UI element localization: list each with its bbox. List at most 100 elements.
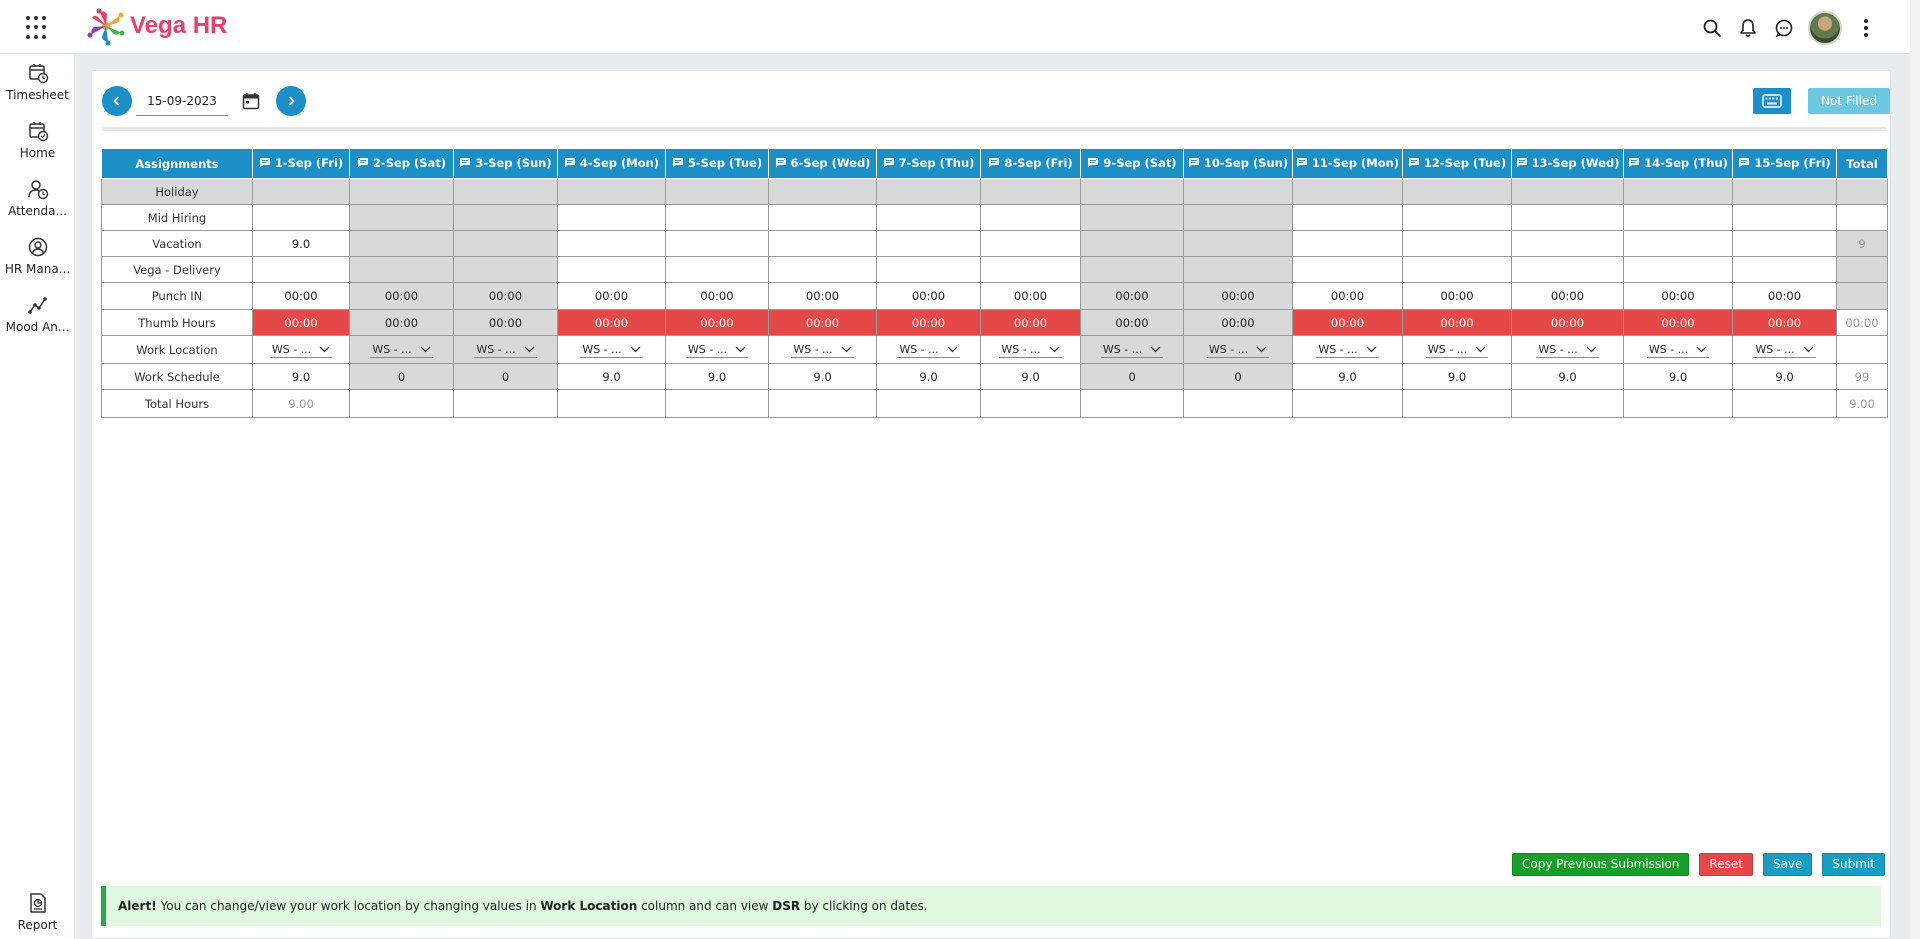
column-header-day[interactable]: 1-Sep (Fri) (252, 148, 350, 179)
sidebar-item-mood-analysis[interactable]: Mood An... (0, 294, 75, 344)
column-header-day[interactable]: 3-Sep (Sun) (453, 148, 558, 179)
table-cell[interactable] (768, 256, 877, 283)
status-badge: Not Filled (1808, 88, 1890, 114)
app-logo[interactable]: Vega HR (86, 6, 227, 46)
submit-button[interactable]: Submit (1822, 852, 1885, 876)
comment-icon (1088, 158, 1099, 168)
work-location-select[interactable]: WS - ... (370, 343, 433, 358)
table-cell[interactable] (1402, 204, 1512, 231)
work-location-select[interactable]: WS - ... (1536, 343, 1599, 358)
table-cell[interactable] (1402, 230, 1512, 257)
table-cell[interactable] (1623, 230, 1733, 257)
search-icon[interactable] (1694, 10, 1730, 46)
table-cell[interactable] (1511, 230, 1624, 257)
date-field[interactable] (136, 86, 228, 116)
work-location-select[interactable]: WS - ... (1206, 343, 1270, 358)
work-location-select[interactable]: WS - ... (1646, 343, 1710, 358)
row-label: Thumb Hours (101, 309, 253, 336)
table-cell[interactable] (1732, 230, 1837, 257)
work-location-select[interactable]: WS - ... (1753, 343, 1816, 358)
table-cell[interactable] (1402, 256, 1512, 283)
column-header-day[interactable]: 4-Sep (Mon) (557, 148, 666, 179)
column-header-day[interactable]: 10-Sep (Sun) (1183, 148, 1293, 179)
column-header-day[interactable]: 11-Sep (Mon) (1292, 148, 1403, 179)
avatar[interactable] (1808, 11, 1842, 45)
table-cell[interactable] (980, 230, 1081, 257)
table-cell[interactable] (557, 230, 666, 257)
table-cell[interactable] (1623, 256, 1733, 283)
table-cell (876, 178, 981, 205)
table-cell[interactable] (876, 204, 981, 231)
table-cell[interactable] (768, 230, 877, 257)
column-header-day[interactable]: 12-Sep (Tue) (1402, 148, 1512, 179)
column-header-day[interactable]: 9-Sep (Sat) (1080, 148, 1184, 179)
table-cell (768, 178, 877, 205)
table-cell (665, 389, 769, 418)
work-location-select[interactable]: WS - ... (1316, 343, 1379, 358)
table-cell[interactable] (1732, 256, 1837, 283)
table-cell[interactable] (665, 204, 769, 231)
column-header-day[interactable]: 7-Sep (Thu) (876, 148, 981, 179)
sidebar-item-home[interactable]: Home (0, 120, 75, 170)
chat-icon[interactable] (1766, 10, 1802, 46)
table-cell: 00:00 (252, 282, 350, 310)
table-cell[interactable] (1623, 204, 1733, 231)
table-cell[interactable] (980, 204, 1081, 231)
column-header-day[interactable]: 2-Sep (Sat) (349, 148, 454, 179)
comment-icon (564, 158, 575, 168)
table-cell[interactable] (1511, 256, 1624, 283)
sidebar-item-timesheet[interactable]: Timesheet (0, 62, 75, 112)
column-header-day[interactable]: 13-Sep (Wed) (1511, 148, 1624, 179)
table-cell[interactable] (1292, 230, 1403, 257)
table-cell[interactable] (1292, 256, 1403, 283)
sidebar-item-report[interactable]: Report (0, 892, 75, 939)
table-cell[interactable] (876, 256, 981, 283)
total-cell: 9 (1836, 230, 1888, 257)
column-header-day[interactable]: 14-Sep (Thu) (1623, 148, 1733, 179)
save-button[interactable]: Save (1762, 852, 1813, 876)
page-scrollbar[interactable] (1910, 0, 1920, 939)
more-vertical-icon[interactable] (1848, 10, 1884, 46)
reset-button[interactable]: Reset (1699, 852, 1753, 876)
table-cell (453, 230, 558, 257)
previous-period-button[interactable] (102, 86, 132, 116)
column-header-day[interactable]: 8-Sep (Fri) (980, 148, 1081, 179)
keyboard-button[interactable] (1753, 88, 1791, 114)
work-location-select[interactable]: WS - ... (897, 343, 960, 358)
copy-previous-submission-button[interactable]: Copy Previous Submission (1511, 852, 1690, 876)
next-period-button[interactable] (276, 86, 306, 116)
table-cell[interactable] (665, 230, 769, 257)
table-cell[interactable] (252, 204, 350, 231)
table-cell[interactable] (1511, 204, 1624, 231)
work-location-select[interactable]: WS - ... (580, 343, 643, 358)
table-cell[interactable] (557, 204, 666, 231)
work-location-select[interactable]: WS - ... (791, 343, 854, 358)
app-grid-icon[interactable] (26, 16, 50, 40)
table-cell[interactable] (1292, 204, 1403, 231)
column-header-label: 13-Sep (Wed) (1531, 155, 1620, 170)
table-cell[interactable] (252, 256, 350, 283)
table-cell[interactable] (557, 256, 666, 283)
table-cell[interactable]: 9.0 (252, 230, 350, 257)
sidebar-item-attendance[interactable]: Attenda... (0, 178, 75, 228)
work-location-select[interactable]: WS - ... (269, 343, 333, 358)
column-header-day[interactable]: 5-Sep (Tue) (665, 148, 769, 179)
table-cell[interactable] (1732, 204, 1837, 231)
calendar-icon[interactable] (236, 86, 266, 116)
table-cell[interactable] (665, 256, 769, 283)
column-header-label: 10-Sep (Sun) (1203, 155, 1289, 170)
work-location-select[interactable]: WS - ... (474, 343, 537, 358)
work-location-select[interactable]: WS - ... (685, 343, 749, 358)
table-cell[interactable] (876, 230, 981, 257)
work-location-select[interactable]: WS - ... (999, 343, 1062, 358)
column-header-day[interactable]: 15-Sep (Fri) (1732, 148, 1837, 179)
column-header-day[interactable]: 6-Sep (Wed) (768, 148, 877, 179)
table-cell[interactable] (768, 204, 877, 231)
table-cell[interactable] (980, 256, 1081, 283)
work-location-select[interactable]: WS - ... (1100, 343, 1164, 358)
table-cell (1183, 389, 1293, 418)
bell-icon[interactable] (1730, 10, 1766, 46)
work-location-select[interactable]: WS - ... (1425, 343, 1489, 358)
sidebar-item-hr-manager[interactable]: HR Mana... (0, 236, 75, 286)
table-cell (453, 389, 558, 418)
